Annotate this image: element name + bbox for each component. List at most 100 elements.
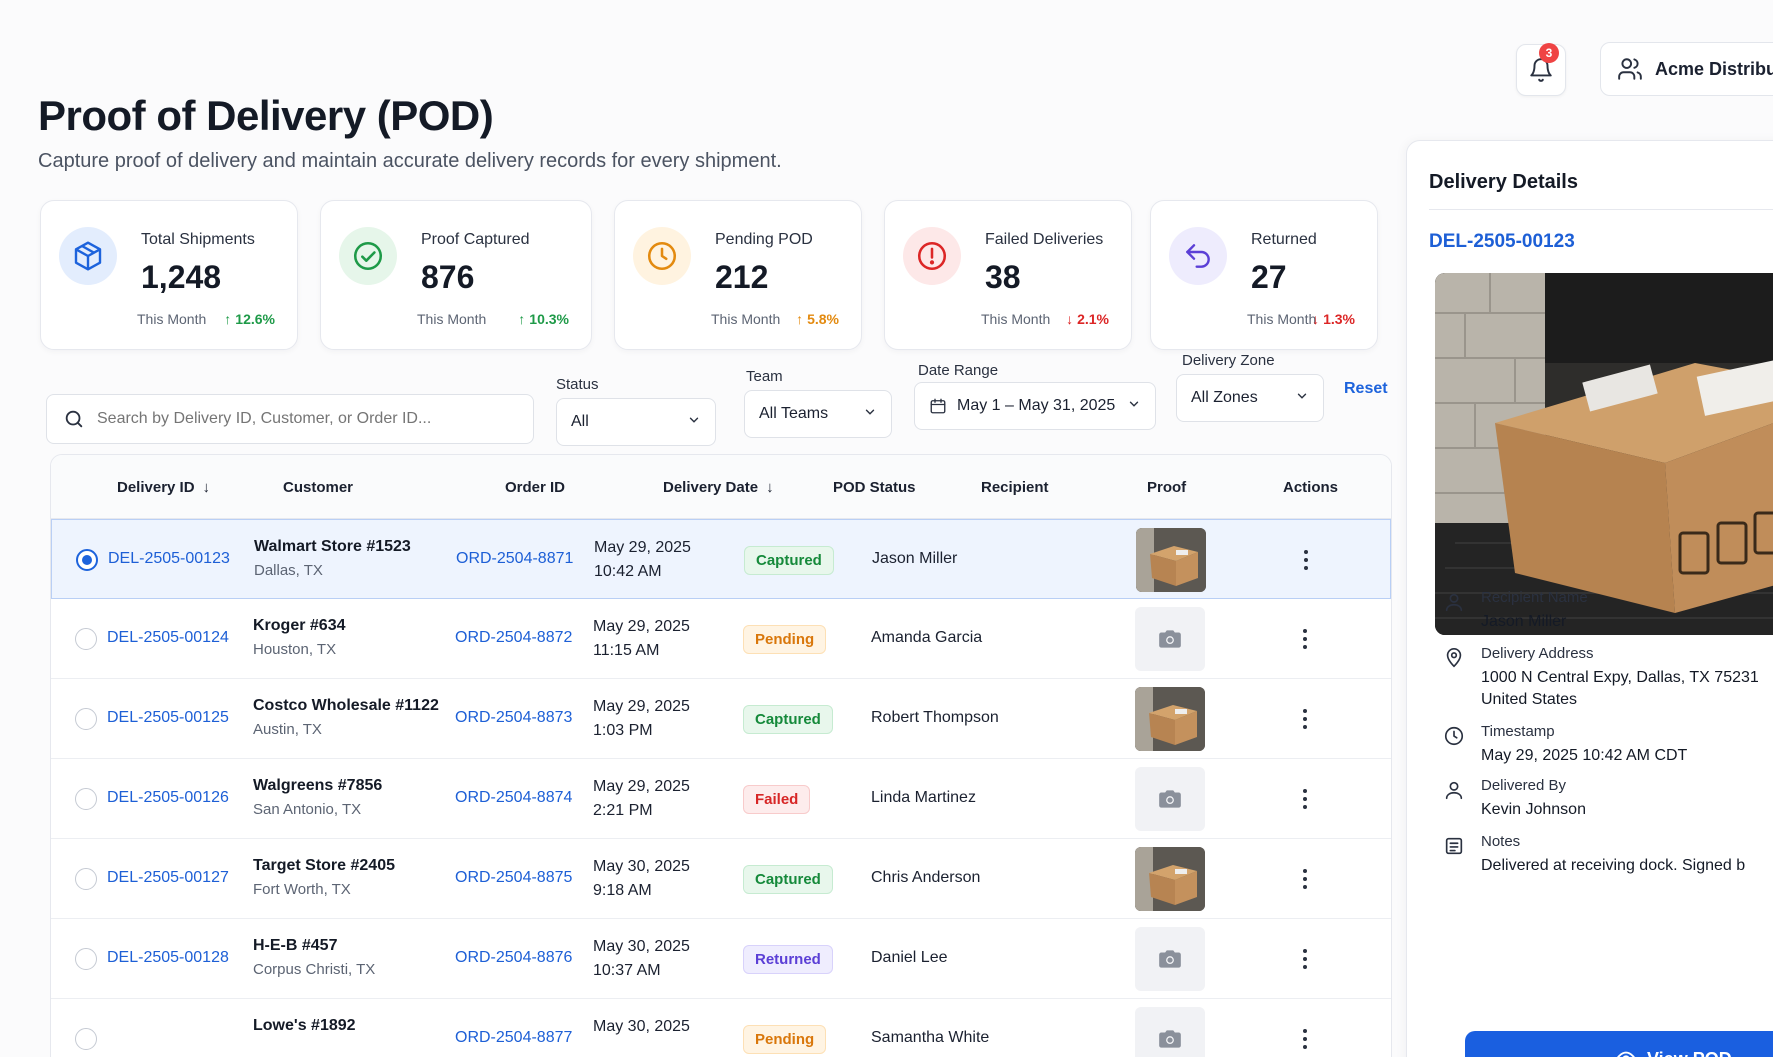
order-id-link[interactable]: ORD-2504-8871	[456, 550, 573, 568]
stat-label: Pending POD	[715, 231, 813, 248]
order-id-link[interactable]: ORD-2504-8876	[455, 949, 572, 967]
notes-value: Delivered at receiving dock. Signed b	[1481, 857, 1746, 874]
notifications-button[interactable]: 3	[1516, 43, 1566, 96]
arrow-down-icon: ↓	[1066, 311, 1074, 327]
proof-placeholder[interactable]	[1135, 927, 1205, 991]
row-select-radio[interactable]	[75, 628, 97, 650]
proof-photo[interactable]	[1435, 273, 1773, 635]
pod-status-badge: Captured	[743, 865, 833, 894]
delivery-zone-select[interactable]: All Zones	[1176, 374, 1324, 422]
proof-thumbnail[interactable]	[1135, 847, 1205, 911]
order-id-link[interactable]: ORD-2504-8873	[455, 709, 572, 727]
arrow-up-icon: ↑	[796, 311, 804, 327]
row-actions-menu-icon[interactable]	[1295, 943, 1315, 975]
table-row[interactable]: DEL-2505-00127 Target Store #2405 Fort Wor…	[51, 839, 1391, 919]
chevron-down-icon	[1127, 397, 1141, 416]
table-row[interactable]: DEL-2505-00128 H-E-B #457 Corpus Christi, …	[51, 919, 1391, 999]
row-actions-menu-icon[interactable]	[1295, 703, 1315, 735]
stat-change: ↓ 1.3%	[1312, 311, 1355, 327]
delivery-id-link[interactable]: DEL-2505-00125	[107, 709, 229, 727]
order-id-link[interactable]: ORD-2504-8872	[455, 629, 572, 647]
row-select-radio[interactable]	[75, 788, 97, 810]
address-line1: 1000 N Central Expy, Dallas, TX 75231	[1481, 669, 1759, 686]
row-select-radio[interactable]	[75, 868, 97, 890]
order-id-link[interactable]: ORD-2504-8877	[455, 1029, 572, 1047]
table-row[interactable]: DEL-2505-00123 Walmart Store #1523 Dallas,…	[51, 519, 1391, 599]
order-id-link[interactable]: ORD-2504-8875	[455, 869, 572, 887]
delivery-time: 11:15 AM	[593, 642, 660, 659]
customer-name: H-E-B #457	[253, 937, 338, 954]
recipient-name: Samantha White	[871, 1029, 990, 1046]
stat-change-value: 2.1%	[1077, 311, 1109, 327]
row-actions-menu-icon[interactable]	[1295, 783, 1315, 815]
stat-value: 212	[715, 259, 769, 295]
camera-icon	[1159, 1030, 1181, 1048]
customer-cell: Target Store #2405 Fort Worth, TX	[253, 857, 395, 898]
table-row[interactable]: DEL-2505-00124 Kroger #634 Houston, TX ORD-…	[51, 599, 1391, 679]
stat-change-value: 12.6%	[235, 311, 275, 327]
order-id-link[interactable]: ORD-2504-8874	[455, 789, 572, 807]
arrow-up-icon: ↑	[518, 311, 526, 327]
stat-change: ↑ 12.6%	[224, 311, 275, 327]
date-range-label: Date Range	[918, 362, 999, 379]
delivery-date-cell: May 29, 2025 1:03 PM	[593, 695, 690, 743]
delivery-date-cell: May 29, 2025 2:21 PM	[593, 775, 690, 823]
column-header-delivery-id[interactable]: Delivery ID ↓	[117, 479, 210, 496]
table-row[interactable]: DEL-2505-00126 Walgreens #7856 San Antonio…	[51, 759, 1391, 839]
team-filter-label: Team	[746, 368, 783, 385]
search-input[interactable]	[97, 410, 517, 428]
customer-city: Corpus Christi, TX	[253, 961, 376, 978]
table-row[interactable]: DEL-2505-00125 Costco Wholesale #1122 Aust…	[51, 679, 1391, 759]
stat-value: 876	[421, 259, 475, 295]
proof-placeholder[interactable]	[1135, 767, 1205, 831]
delivery-time: 9:18 AM	[593, 882, 652, 899]
row-actions-menu-icon[interactable]	[1295, 623, 1315, 655]
timestamp-value: May 29, 2025 10:42 AM CDT	[1481, 747, 1688, 764]
reset-filters-link[interactable]: Reset	[1344, 380, 1388, 398]
row-select-radio[interactable]	[75, 708, 97, 730]
return-arrow-icon	[1169, 227, 1227, 285]
column-header-delivery-date[interactable]: Delivery Date ↓	[663, 479, 774, 496]
stat-label: Returned	[1251, 231, 1317, 248]
recipient-name: Chris Anderson	[871, 869, 981, 886]
customer-name: Target Store #2405	[253, 857, 395, 874]
user-icon	[1445, 593, 1463, 612]
row-select-radio[interactable]	[75, 1028, 97, 1050]
camera-icon	[1159, 950, 1181, 968]
date-range-select[interactable]: May 1 – May 31, 2025	[914, 382, 1156, 430]
proof-placeholder[interactable]	[1135, 607, 1205, 671]
delivery-date: May 29, 2025	[593, 618, 690, 635]
alert-circle-icon	[903, 227, 961, 285]
delivery-id-link[interactable]: DEL-2505-00124	[107, 629, 229, 647]
details-delivery-id[interactable]: DEL-2505-00123	[1429, 231, 1575, 253]
column-header-label: Proof	[1147, 479, 1187, 496]
delivery-id-link[interactable]: DEL-2505-00126	[107, 789, 229, 807]
table-row[interactable]: Lowe's #1892 ORD-2504-8877 May 30, 2025 Pen…	[51, 999, 1391, 1057]
users-icon	[1618, 58, 1642, 80]
delivery-id-link[interactable]: DEL-2505-00128	[107, 949, 229, 967]
stat-change: ↓ 2.1%	[1066, 311, 1109, 327]
row-actions-menu-icon[interactable]	[1295, 1023, 1315, 1055]
org-switcher-button[interactable]: Acme Distributi	[1600, 42, 1773, 96]
row-actions-menu-icon[interactable]	[1296, 544, 1316, 576]
row-select-radio[interactable]	[76, 549, 98, 571]
page-title: Proof of Delivery (POD)	[38, 92, 494, 139]
arrow-down-icon: ↓	[1312, 311, 1320, 327]
search-box	[46, 394, 534, 444]
row-select-radio[interactable]	[75, 948, 97, 970]
status-select[interactable]: All	[556, 398, 716, 446]
view-pod-button[interactable]: View POD	[1465, 1031, 1773, 1057]
column-header-proof: Proof	[1147, 479, 1186, 496]
team-select[interactable]: All Teams	[744, 390, 892, 438]
stat-change-value: 5.8%	[807, 311, 839, 327]
delivery-date: May 29, 2025	[593, 698, 690, 715]
pod-status-badge: Captured	[744, 546, 834, 575]
delivery-id-link[interactable]: DEL-2505-00127	[107, 869, 229, 887]
row-actions-menu-icon[interactable]	[1295, 863, 1315, 895]
proof-thumbnail[interactable]	[1136, 528, 1206, 592]
delivery-id-link[interactable]: DEL-2505-00123	[108, 550, 230, 568]
delivery-date-cell: May 30, 2025 9:18 AM	[593, 855, 690, 903]
proof-placeholder[interactable]	[1135, 1007, 1205, 1057]
customer-name: Lowe's #1892	[253, 1017, 356, 1034]
proof-thumbnail[interactable]	[1135, 687, 1205, 751]
